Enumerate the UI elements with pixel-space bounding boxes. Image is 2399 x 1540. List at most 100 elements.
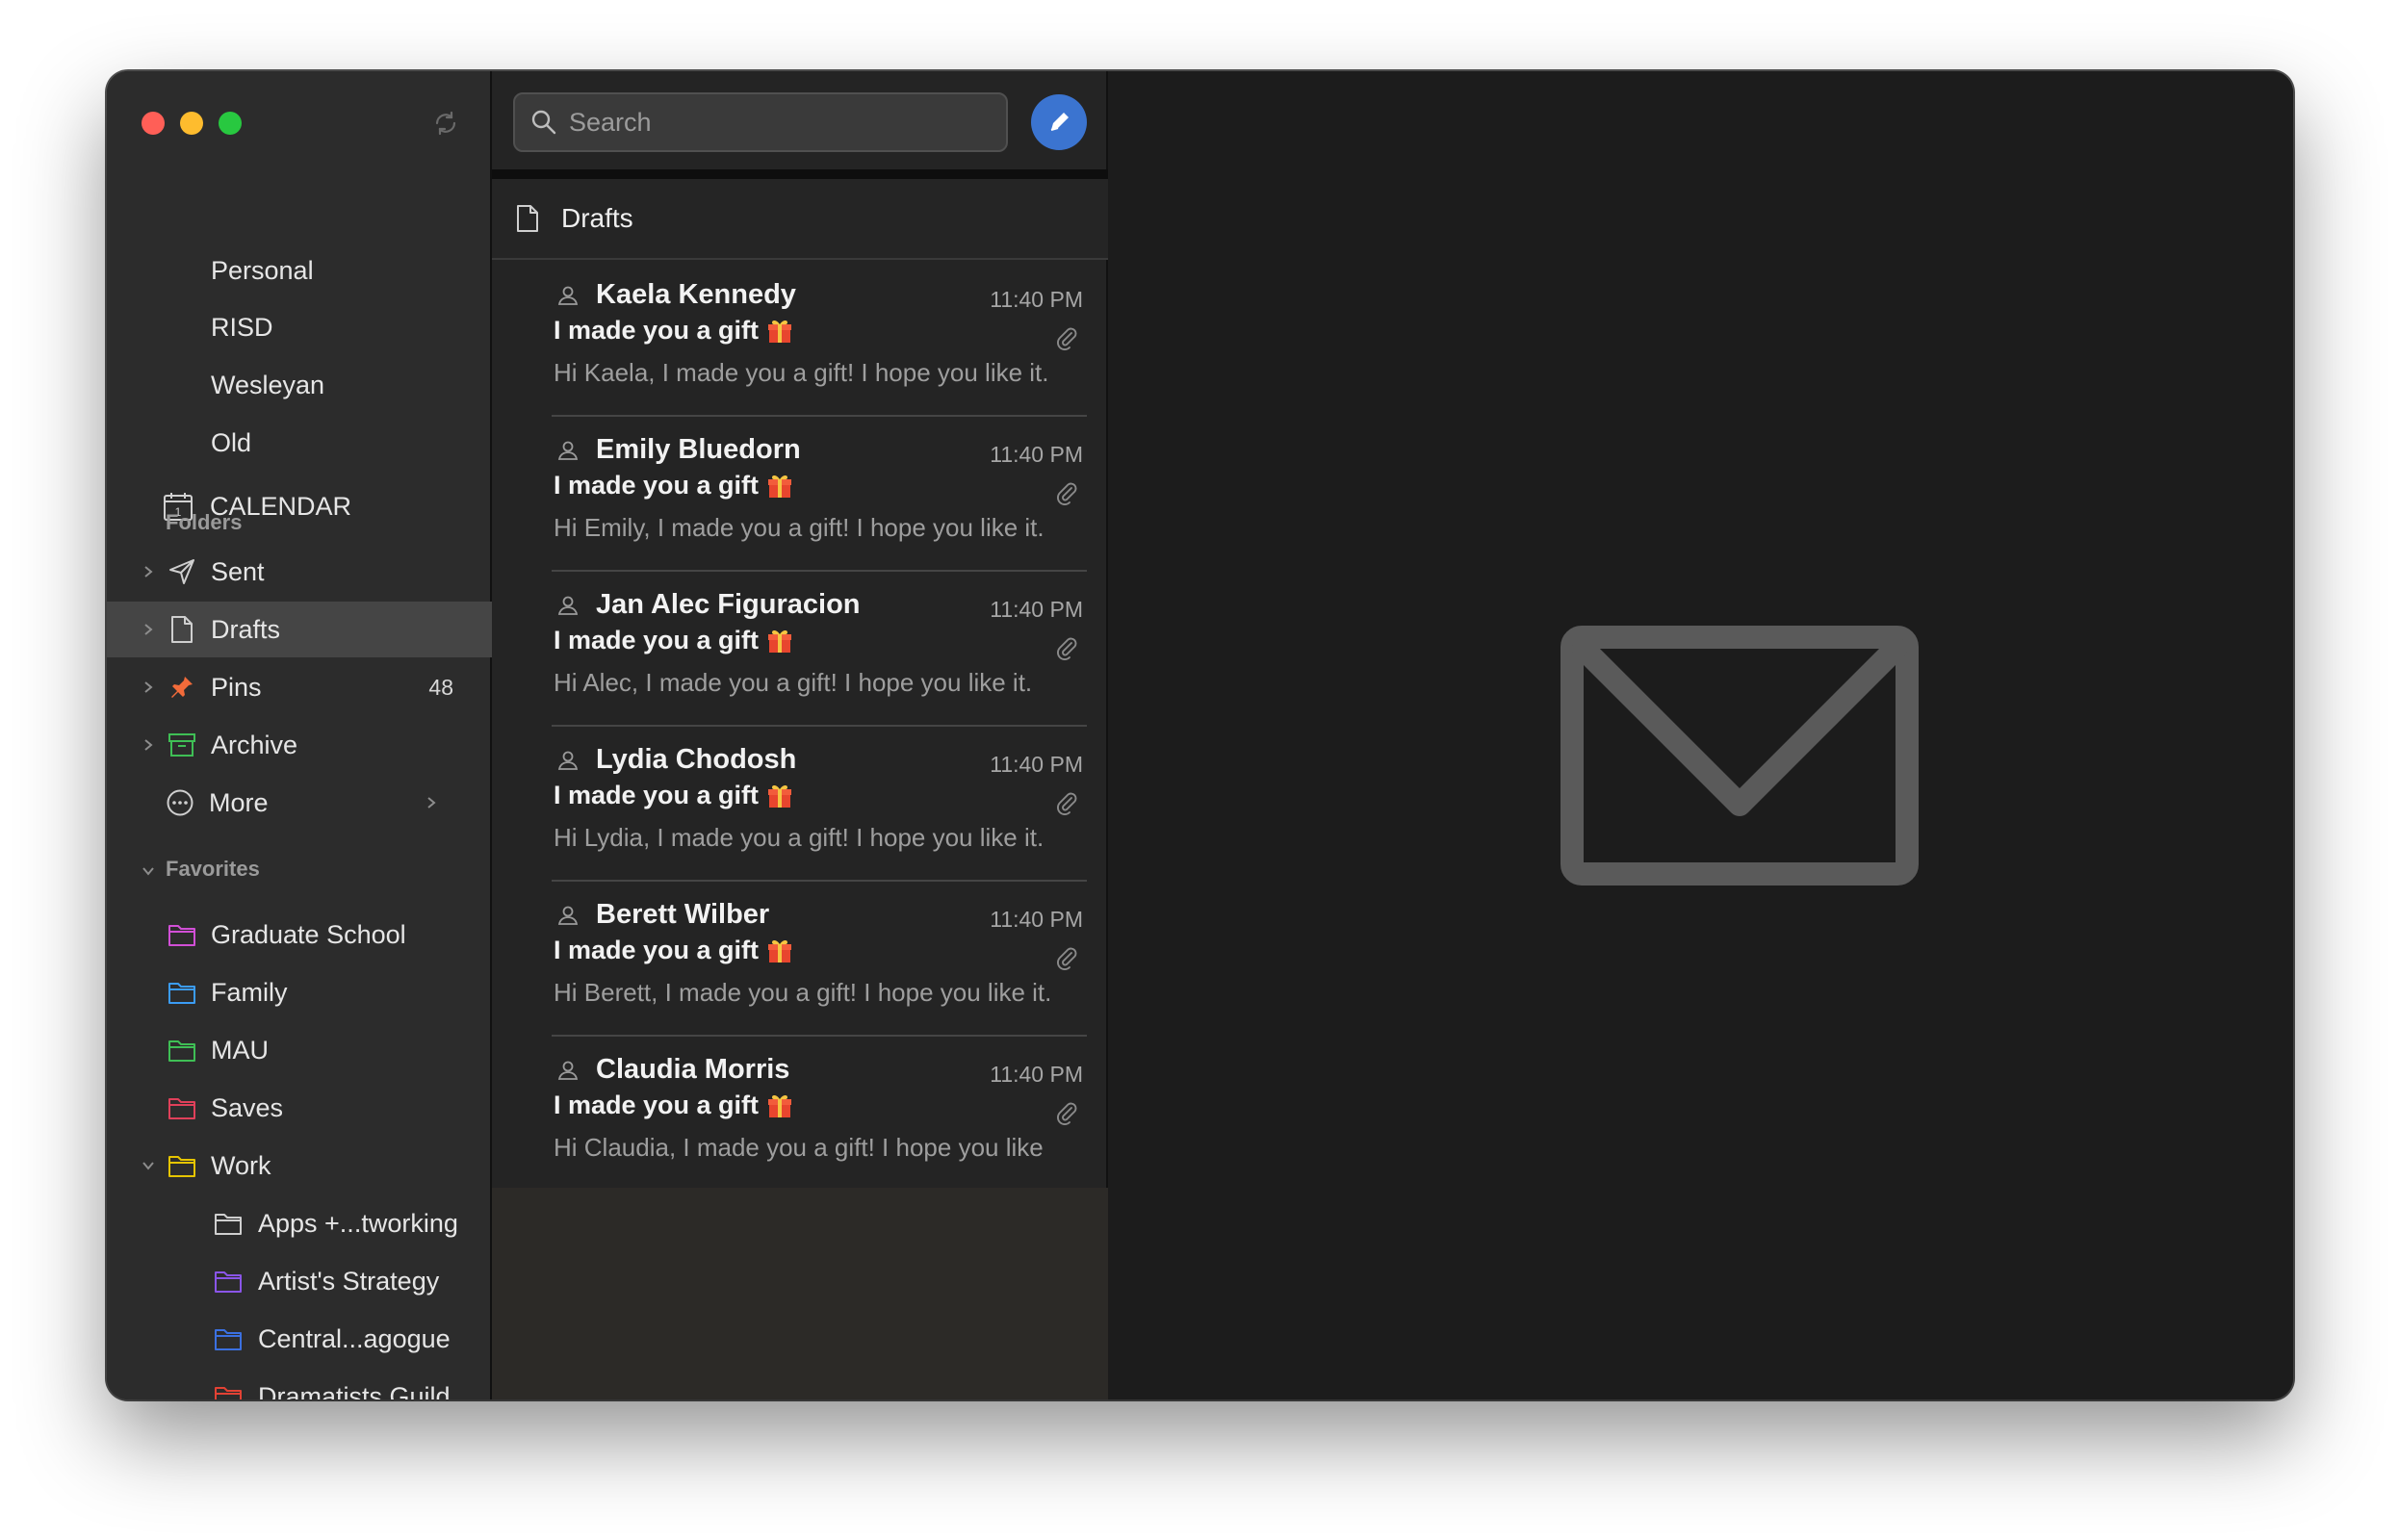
account-old[interactable]: Old [107,415,492,471]
message-time: 11:40 PM [990,597,1083,622]
sidebar-item-label: Archive [211,730,298,759]
sidebar-item-label: Apps +...tworking [258,1208,458,1238]
message-row[interactable]: Kaela Kennedy 11:40 PM I made you a gift… [492,262,1108,417]
sync-icon[interactable] [432,110,459,137]
account-risd[interactable]: RISD [107,299,492,355]
ellipsis-circle-icon [165,788,195,817]
folder-icon [167,1036,197,1065]
list-title: Drafts [561,203,633,233]
message-detail-pane [1108,71,2293,1399]
chevron-down-icon[interactable] [142,1159,155,1172]
message-time: 11:40 PM [990,1062,1083,1087]
chevron-right-icon[interactable] [425,796,438,809]
sidebar-item-graduate-school[interactable]: Graduate School [107,907,492,962]
chevron-right-icon[interactable] [142,565,155,578]
message-row[interactable]: Berett Wilber 11:40 PM I made you a gift… [492,882,1108,1037]
sidebar-item-archive[interactable]: Archive [107,717,492,773]
sidebar-item-label: Pins [211,672,262,702]
folder-icon [167,1093,197,1122]
sidebar-item-drafts[interactable]: Drafts [107,602,492,657]
message-preview: Hi Alec, I made you a gift! I hope you l… [554,668,1033,697]
sidebar-item-apps-networking[interactable]: Apps +...tworking [107,1195,492,1251]
message-preview: Hi Kaela, I made you a gift! I hope you … [554,358,1049,387]
message-preview: Hi Emily, I made you a gift! I hope you … [554,513,1045,542]
archive-box-icon [167,731,197,759]
folders-section-header: Folders [166,510,243,534]
search-input[interactable] [569,107,973,138]
minimize-window-button[interactable] [180,112,203,135]
close-window-button[interactable] [142,112,165,135]
sender-name: Jan Alec Figuracion [596,589,861,620]
message-row[interactable]: Jan Alec Figuracion 11:40 PM I made you … [492,572,1108,727]
paperclip-icon [1056,947,1077,970]
sidebar-item-sent[interactable]: Sent [107,544,492,600]
sidebar-item-saves[interactable]: Saves [107,1080,492,1136]
gift-icon [766,318,793,345]
sidebar-item-label: Drafts [211,614,281,644]
sidebar-item-more[interactable]: More [107,775,492,831]
message-row[interactable]: Emily Bluedorn 11:40 PM I made you a gif… [492,417,1108,572]
sidebar-item-calendar[interactable]: 1 CALENDAR [107,478,492,534]
paper-plane-icon [167,557,197,586]
paperclip-icon [1056,1102,1077,1125]
message-time: 11:40 PM [990,442,1083,467]
gift-icon [766,1092,793,1119]
envelope-icon [1561,626,1919,886]
sender-name: Kaela Kennedy [596,279,796,310]
sidebar-item-label: Saves [211,1092,284,1122]
subject-text: I made you a gift [554,936,760,964]
message-subject: I made you a gift [554,936,793,965]
sidebar-item-artists-strategy[interactable]: Artist's Strategy [107,1253,492,1309]
account-wesleyan[interactable]: Wesleyan [107,357,492,413]
message-subject: I made you a gift [554,316,793,346]
sidebar-item-label: Dramatists Guild [258,1381,451,1400]
account-label: Personal [211,255,314,285]
folder-icon [167,920,197,949]
gift-icon [766,628,793,654]
zoom-window-button[interactable] [219,112,242,135]
sidebar-item-central-synagogue[interactable]: Central...agogue [107,1311,492,1367]
gift-icon [766,937,793,964]
sidebar-item-label: Artist's Strategy [258,1266,440,1296]
chevron-right-icon[interactable] [142,623,155,636]
message-list-pane: Drafts Kaela Kennedy 11:40 PM I made you… [492,71,1108,1399]
sidebar-item-pins[interactable]: Pins 48 [107,659,492,715]
sidebar-item-work[interactable]: Work [107,1138,492,1194]
account-label: RISD [211,312,273,342]
sender-name: Lydia Chodosh [596,744,797,775]
folder-icon [167,978,197,1007]
search-bar[interactable] [513,92,1008,152]
message-time: 11:40 PM [990,907,1083,932]
message-preview: Hi Berett, I made you a gift! I hope you… [554,978,1052,1007]
sidebar-item-mau[interactable]: MAU [107,1022,492,1078]
mail-window: Personal RISD Wesleyan Old 1 CALENDAR Fo… [107,71,2293,1399]
person-icon [557,1061,579,1080]
sidebar-item-dramatists-guild[interactable]: Dramatists Guild [107,1369,492,1399]
message-row[interactable]: Claudia Morris 11:40 PM I made you a gif… [492,1037,1108,1192]
subject-text: I made you a gift [554,1091,760,1119]
paperclip-icon [1056,792,1077,815]
sender-name: Emily Bluedorn [596,434,801,465]
sidebar-item-label: More [209,787,269,817]
message-row[interactable]: Lydia Chodosh 11:40 PM I made you a gift… [492,727,1108,882]
sidebar-item-label: Central...agogue [258,1323,451,1353]
message-subject: I made you a gift [554,781,793,810]
message-subject: I made you a gift [554,626,793,655]
sidebar-item-label: MAU [211,1035,269,1065]
compose-button[interactable] [1031,94,1087,150]
person-icon [557,286,579,305]
message-time: 11:40 PM [990,287,1083,312]
gift-icon [766,473,793,500]
unread-count-badge: 48 [428,674,453,700]
subject-text: I made you a gift [554,626,760,654]
chevron-right-icon[interactable] [142,738,155,752]
sidebar-item-family[interactable]: Family [107,964,492,1020]
sender-name: Berett Wilber [596,899,770,930]
pencil-icon [1050,113,1069,131]
person-icon [557,751,579,770]
account-personal[interactable]: Personal [107,243,492,298]
chevron-down-icon[interactable] [142,864,155,878]
subject-text: I made you a gift [554,316,760,345]
chevron-right-icon[interactable] [142,680,155,694]
message-subject: I made you a gift [554,1091,793,1120]
